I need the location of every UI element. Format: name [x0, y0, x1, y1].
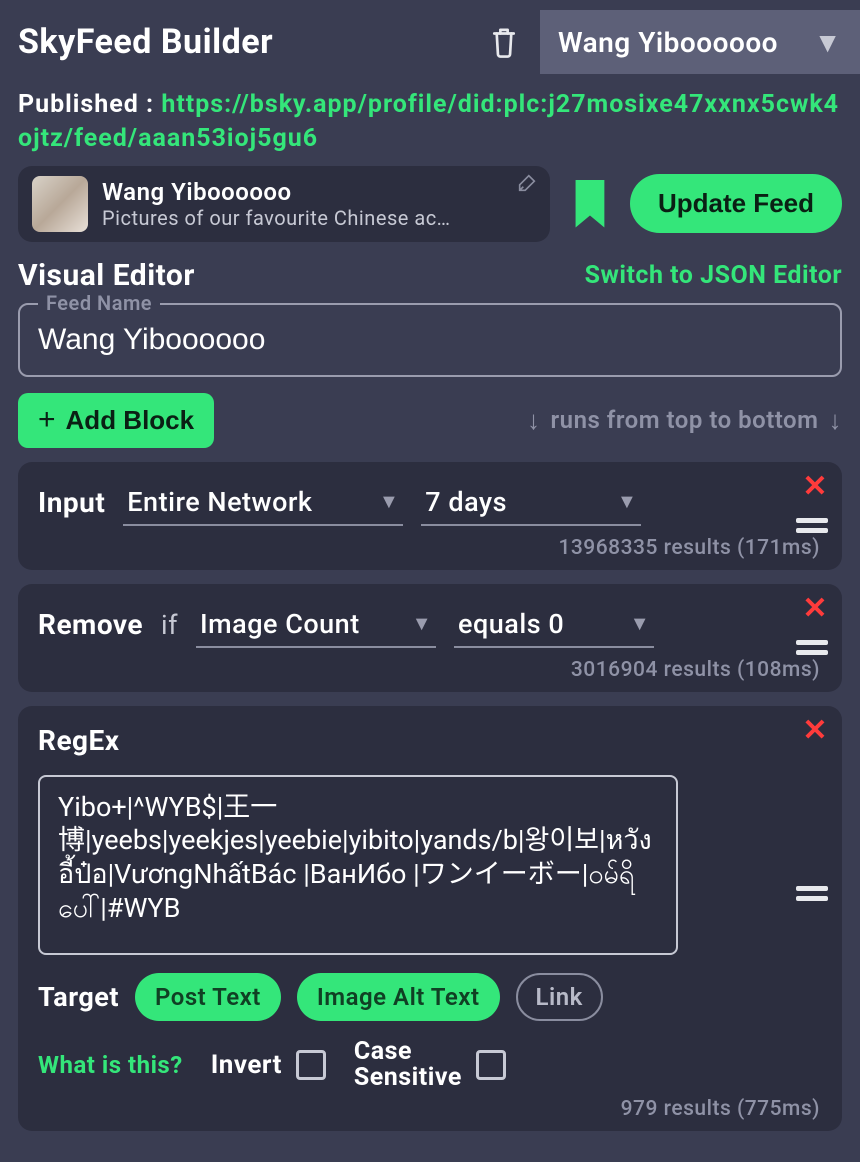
target-link-chip[interactable]: Link — [516, 973, 603, 1021]
bookmark-button[interactable] — [566, 180, 614, 228]
feed-selector-label: Wang Yiboooooo — [558, 26, 778, 59]
drag-handle[interactable] — [796, 518, 828, 533]
arrow-down-icon: ↓ — [527, 405, 541, 436]
close-icon[interactable]: ✕ — [802, 472, 828, 502]
feed-name-input[interactable] — [38, 323, 822, 357]
drag-handle[interactable] — [796, 886, 828, 901]
block-results: 3016904 results (108ms) — [38, 648, 822, 684]
feed-name-label: Feed Name — [38, 291, 160, 315]
feed-preview-card[interactable]: Wang Yiboooooo Pictures of our favourite… — [18, 166, 550, 242]
target-label: Target — [38, 981, 119, 1013]
drag-handle[interactable] — [796, 640, 828, 655]
block-label: RegEx — [38, 724, 120, 757]
feed-name-fieldset: Feed Name — [18, 303, 842, 377]
published-label: Published : — [18, 90, 154, 119]
add-block-button[interactable]: + Add Block — [18, 393, 214, 448]
if-word: if — [161, 609, 178, 641]
case-sensitive-checkbox[interactable] — [476, 1050, 506, 1080]
plus-icon: + — [38, 405, 56, 435]
block-label: Remove — [38, 608, 143, 641]
published-info: Published : https://bsky.app/profile/did… — [0, 84, 860, 166]
block-label: Input — [38, 486, 105, 519]
tools-icon — [516, 172, 538, 194]
target-post-text-chip[interactable]: Post Text — [135, 973, 281, 1021]
block-input: ✕ Input Entire Network ▼ 7 days ▼ 139683… — [18, 462, 842, 570]
switch-to-json-link[interactable]: Switch to JSON Editor — [585, 261, 842, 290]
block-results: 979 results (775ms) — [38, 1087, 822, 1123]
chevron-down-icon: ▼ — [379, 489, 399, 514]
arrow-down-icon: ↓ — [829, 405, 843, 436]
invert-label: Invert — [211, 1050, 282, 1080]
input-duration-select[interactable]: 7 days ▼ — [421, 480, 641, 526]
close-icon[interactable]: ✕ — [802, 594, 828, 624]
block-regex: ✕ RegEx Target Post Text Image Alt Text … — [18, 706, 842, 1132]
invert-checkbox[interactable] — [296, 1050, 326, 1080]
case-sensitive-label: Case Sensitive — [354, 1039, 462, 1092]
input-source-select[interactable]: Entire Network ▼ — [123, 480, 403, 526]
runs-hint: ↓ runs from top to bottom ↓ — [527, 405, 842, 436]
chevron-down-icon: ▼ — [814, 26, 842, 59]
what-is-this-link[interactable]: What is this? — [38, 1051, 183, 1079]
trash-icon — [489, 25, 519, 59]
remove-op-select[interactable]: equals 0 ▼ — [454, 602, 654, 648]
app-title: SkyFeed Builder — [18, 22, 273, 62]
target-image-alt-chip[interactable]: Image Alt Text — [297, 973, 500, 1021]
block-results: 13968335 results (171ms) — [38, 526, 822, 562]
feed-card-description: Pictures of our favourite Chinese ac… — [102, 206, 536, 230]
update-feed-button[interactable]: Update Feed — [630, 174, 842, 233]
add-block-label: Add Block — [66, 405, 195, 436]
regex-input[interactable] — [38, 775, 678, 955]
chevron-down-icon: ▼ — [617, 489, 637, 514]
chevron-down-icon: ▼ — [630, 611, 650, 636]
chevron-down-icon: ▼ — [412, 611, 432, 636]
editor-title: Visual Editor — [18, 258, 195, 293]
feed-selector-dropdown[interactable]: Wang Yiboooooo ▼ — [540, 10, 860, 74]
feed-card-title: Wang Yiboooooo — [102, 178, 536, 206]
remove-field-select[interactable]: Image Count ▼ — [196, 602, 436, 648]
delete-feed-button[interactable] — [482, 20, 526, 64]
feed-avatar — [32, 176, 88, 232]
close-icon[interactable]: ✕ — [802, 716, 828, 746]
block-remove: ✕ Remove if Image Count ▼ equals 0 ▼ 301… — [18, 584, 842, 692]
